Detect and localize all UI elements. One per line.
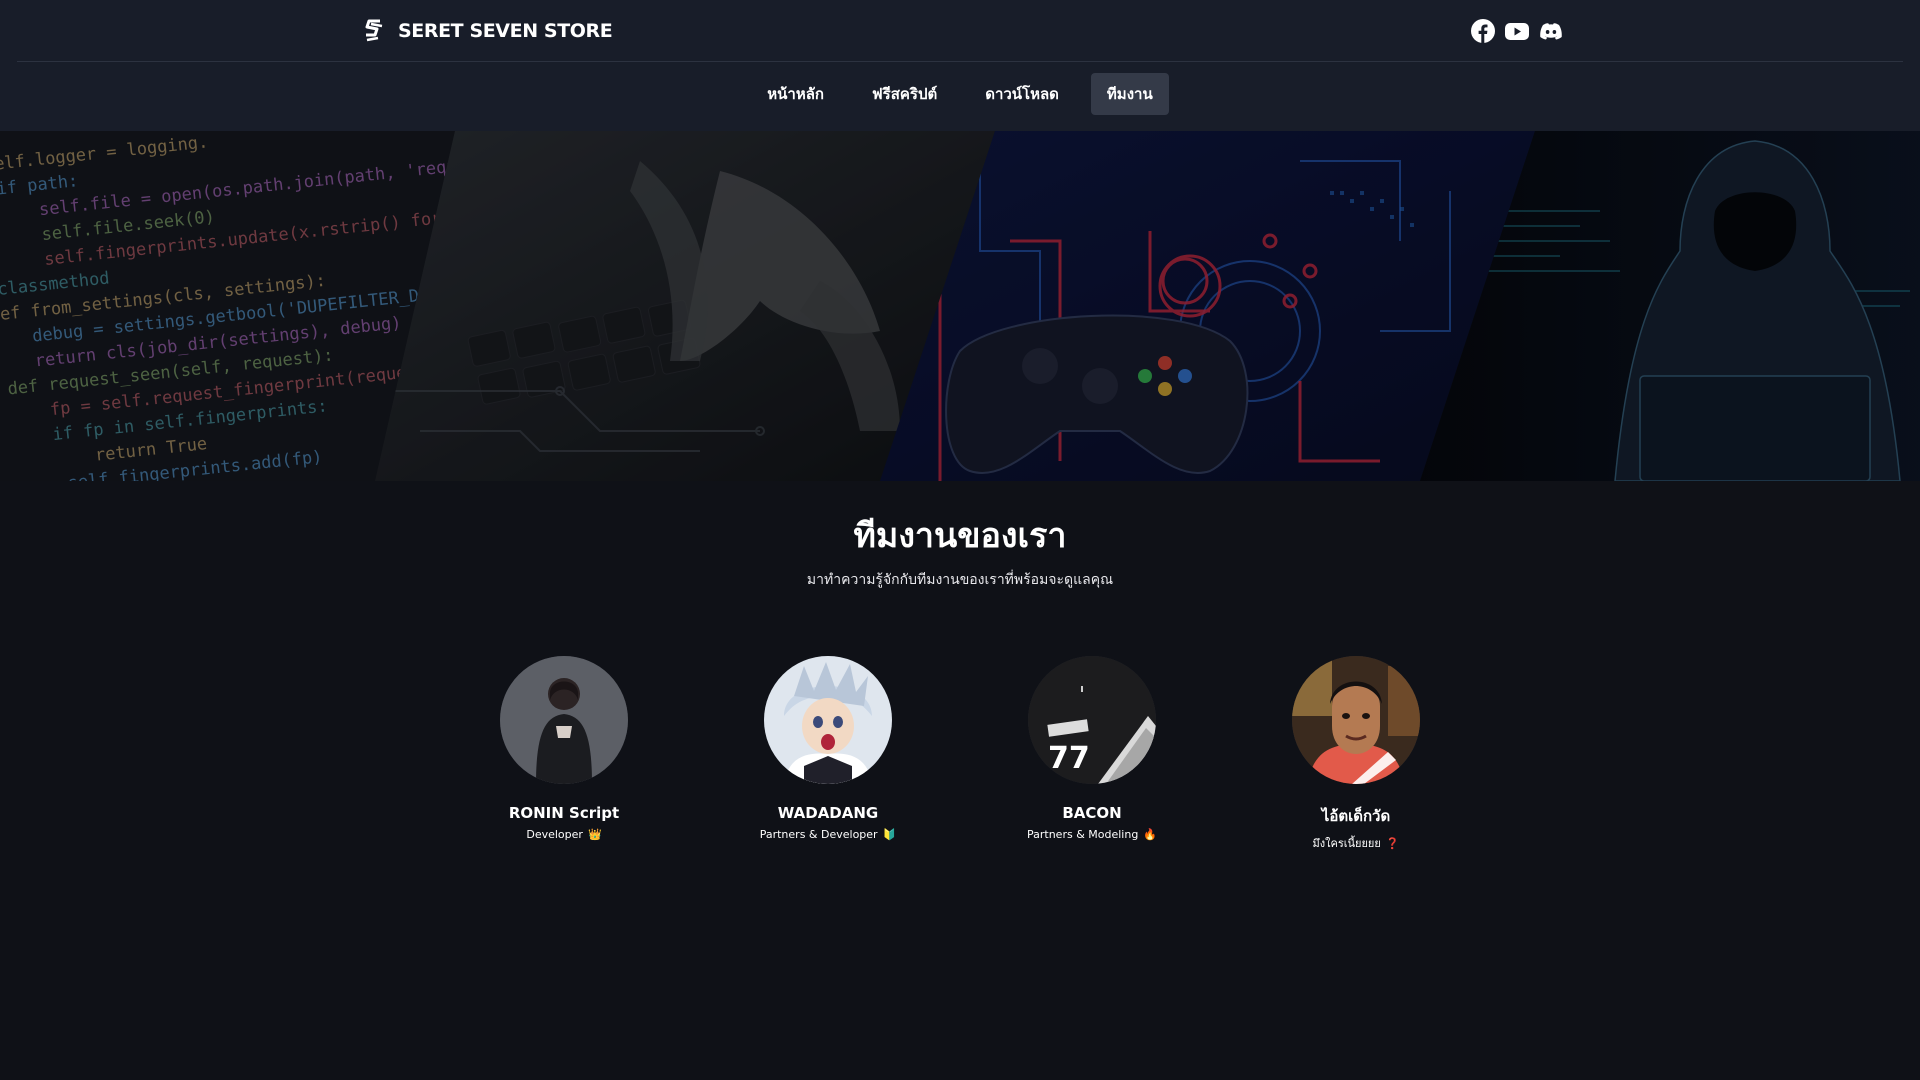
brand[interactable]: SERET SEVEN STORE [362, 14, 613, 48]
member-card: 77 BACON Partners & Modeling 🔥 [972, 656, 1212, 841]
fire-icon: 🔥 [1143, 828, 1158, 841]
social-links [1470, 18, 1564, 44]
nav-item-download[interactable]: ดาวน์โหลด [969, 73, 1075, 115]
member-card: WADADANG Partners & Developer 🔰 [708, 656, 948, 841]
team-title: ทีมงานของเรา [853, 516, 1067, 556]
team-subtitle: มาทำความรู้จักกับทีมงานของเราที่พร้อมจะด… [806, 572, 1114, 588]
member-role-label: Developer [526, 828, 583, 841]
member-role: Developer 👑 [526, 828, 601, 841]
avatar [500, 656, 628, 784]
member-role: Partners & Modeling 🔥 [1027, 828, 1157, 841]
member-name: WADADANG [777, 804, 879, 822]
facebook-icon[interactable] [1470, 18, 1496, 44]
member-role: Partners & Developer 🔰 [760, 828, 897, 841]
avatar: 77 [1028, 656, 1156, 784]
avatar [764, 656, 892, 784]
brand-name: SERET SEVEN STORE [398, 20, 613, 42]
main-nav: หน้าหลัก ฟรีสคริปต์ ดาวน์โหลด ทีมงาน [0, 73, 1920, 115]
discord-icon[interactable] [1538, 18, 1564, 44]
member-name: ไอ้ตเด็กวัด [1321, 807, 1391, 825]
avatar [1292, 656, 1420, 784]
member-card: ไอ้ตเด็กวัด มึงใครเนี้ยยยย ❓ [1236, 656, 1476, 852]
member-name: RONIN Script [508, 804, 620, 822]
hero-banner: self.logger = logging. if path: self.file … [0, 131, 1920, 481]
s-logo-icon [365, 19, 383, 42]
top-bar: SERET SEVEN STORE หน้าหลัก ฟรีสคริปต์ ดา… [0, 0, 1920, 131]
nav-item-free-scripts[interactable]: ฟรีสคริปต์ [856, 73, 953, 115]
nav-item-team[interactable]: ทีมงาน [1090, 73, 1169, 115]
header-divider [17, 61, 1903, 62]
hero-collage: self.logger = logging.if path:self.file … [0, 131, 1920, 481]
member-card: RONIN Script Developer 👑 [444, 656, 684, 841]
member-name: BACON [1062, 804, 1122, 822]
member-role: มึงใครเนี้ยยยย ❓ [1312, 834, 1399, 852]
svg-text:77: 77 [1048, 741, 1090, 776]
member-role-label: Partners & Modeling [1026, 828, 1139, 841]
question-mark-icon: ❓ [1385, 836, 1400, 850]
member-role-label: Partners & Developer [759, 828, 878, 841]
youtube-icon[interactable] [1504, 18, 1530, 44]
beginner-badge-icon: 🔰 [882, 828, 897, 841]
nav-item-home[interactable]: หน้าหลัก [751, 73, 840, 115]
crown-icon: 👑 [587, 828, 602, 841]
member-role-label: มึงใครเนี้ยยยย [1312, 837, 1381, 850]
